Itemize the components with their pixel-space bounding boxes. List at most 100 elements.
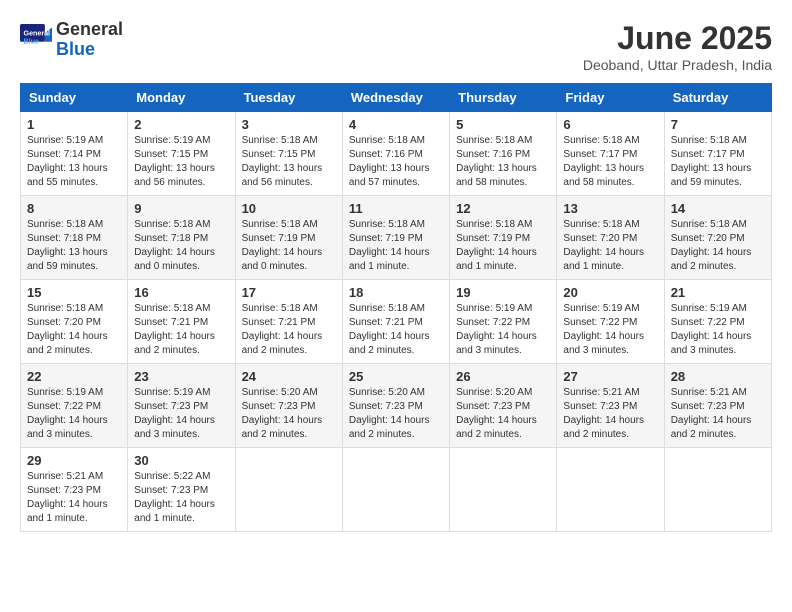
cell-info: Sunrise: 5:20 AM Sunset: 7:23 PM Dayligh… bbox=[242, 386, 336, 442]
table-row: 25 Sunrise: 5:20 AM Sunset: 7:23 PM Dayl… bbox=[342, 364, 449, 448]
day-number: 25 bbox=[349, 369, 443, 384]
cell-info: Sunrise: 5:18 AM Sunset: 7:20 PM Dayligh… bbox=[671, 218, 765, 274]
cell-info: Sunrise: 5:18 AM Sunset: 7:19 PM Dayligh… bbox=[456, 218, 550, 274]
calendar-table: Sunday Monday Tuesday Wednesday Thursday… bbox=[20, 83, 772, 532]
day-number: 15 bbox=[27, 285, 121, 300]
day-number: 3 bbox=[242, 117, 336, 132]
cell-info: Sunrise: 5:21 AM Sunset: 7:23 PM Dayligh… bbox=[27, 470, 121, 526]
table-row bbox=[235, 448, 342, 532]
day-number: 17 bbox=[242, 285, 336, 300]
cell-info: Sunrise: 5:22 AM Sunset: 7:23 PM Dayligh… bbox=[134, 470, 228, 526]
table-row: 16 Sunrise: 5:18 AM Sunset: 7:21 PM Dayl… bbox=[128, 280, 235, 364]
cell-info: Sunrise: 5:18 AM Sunset: 7:20 PM Dayligh… bbox=[563, 218, 657, 274]
cell-info: Sunrise: 5:19 AM Sunset: 7:14 PM Dayligh… bbox=[27, 134, 121, 190]
col-tuesday: Tuesday bbox=[235, 84, 342, 112]
cell-info: Sunrise: 5:19 AM Sunset: 7:22 PM Dayligh… bbox=[563, 302, 657, 358]
col-wednesday: Wednesday bbox=[342, 84, 449, 112]
cell-info: Sunrise: 5:18 AM Sunset: 7:20 PM Dayligh… bbox=[27, 302, 121, 358]
day-number: 9 bbox=[134, 201, 228, 216]
day-number: 22 bbox=[27, 369, 121, 384]
day-number: 5 bbox=[456, 117, 550, 132]
table-row: 15 Sunrise: 5:18 AM Sunset: 7:20 PM Dayl… bbox=[21, 280, 128, 364]
day-number: 8 bbox=[27, 201, 121, 216]
day-number: 16 bbox=[134, 285, 228, 300]
day-number: 1 bbox=[27, 117, 121, 132]
table-row: 11 Sunrise: 5:18 AM Sunset: 7:19 PM Dayl… bbox=[342, 196, 449, 280]
col-saturday: Saturday bbox=[664, 84, 771, 112]
table-row: 5 Sunrise: 5:18 AM Sunset: 7:16 PM Dayli… bbox=[450, 112, 557, 196]
logo-icon: General Blue bbox=[20, 24, 52, 56]
day-number: 26 bbox=[456, 369, 550, 384]
calendar-row: 15 Sunrise: 5:18 AM Sunset: 7:20 PM Dayl… bbox=[21, 280, 772, 364]
day-number: 7 bbox=[671, 117, 765, 132]
table-row: 1 Sunrise: 5:19 AM Sunset: 7:14 PM Dayli… bbox=[21, 112, 128, 196]
day-number: 23 bbox=[134, 369, 228, 384]
cell-info: Sunrise: 5:19 AM Sunset: 7:22 PM Dayligh… bbox=[456, 302, 550, 358]
day-number: 18 bbox=[349, 285, 443, 300]
location-subtitle: Deoband, Uttar Pradesh, India bbox=[583, 57, 772, 73]
day-number: 24 bbox=[242, 369, 336, 384]
table-row: 7 Sunrise: 5:18 AM Sunset: 7:17 PM Dayli… bbox=[664, 112, 771, 196]
table-row: 18 Sunrise: 5:18 AM Sunset: 7:21 PM Dayl… bbox=[342, 280, 449, 364]
cell-info: Sunrise: 5:19 AM Sunset: 7:23 PM Dayligh… bbox=[134, 386, 228, 442]
table-row: 2 Sunrise: 5:19 AM Sunset: 7:15 PM Dayli… bbox=[128, 112, 235, 196]
table-row: 27 Sunrise: 5:21 AM Sunset: 7:23 PM Dayl… bbox=[557, 364, 664, 448]
cell-info: Sunrise: 5:18 AM Sunset: 7:15 PM Dayligh… bbox=[242, 134, 336, 190]
table-row: 17 Sunrise: 5:18 AM Sunset: 7:21 PM Dayl… bbox=[235, 280, 342, 364]
table-row: 24 Sunrise: 5:20 AM Sunset: 7:23 PM Dayl… bbox=[235, 364, 342, 448]
table-row: 4 Sunrise: 5:18 AM Sunset: 7:16 PM Dayli… bbox=[342, 112, 449, 196]
cell-info: Sunrise: 5:18 AM Sunset: 7:18 PM Dayligh… bbox=[27, 218, 121, 274]
table-row: 21 Sunrise: 5:19 AM Sunset: 7:22 PM Dayl… bbox=[664, 280, 771, 364]
day-number: 20 bbox=[563, 285, 657, 300]
day-number: 10 bbox=[242, 201, 336, 216]
logo-general-text: General bbox=[56, 20, 123, 40]
day-number: 28 bbox=[671, 369, 765, 384]
cell-info: Sunrise: 5:18 AM Sunset: 7:16 PM Dayligh… bbox=[349, 134, 443, 190]
table-row: 20 Sunrise: 5:19 AM Sunset: 7:22 PM Dayl… bbox=[557, 280, 664, 364]
table-row: 29 Sunrise: 5:21 AM Sunset: 7:23 PM Dayl… bbox=[21, 448, 128, 532]
cell-info: Sunrise: 5:20 AM Sunset: 7:23 PM Dayligh… bbox=[456, 386, 550, 442]
table-row: 12 Sunrise: 5:18 AM Sunset: 7:19 PM Dayl… bbox=[450, 196, 557, 280]
cell-info: Sunrise: 5:18 AM Sunset: 7:18 PM Dayligh… bbox=[134, 218, 228, 274]
cell-info: Sunrise: 5:19 AM Sunset: 7:22 PM Dayligh… bbox=[27, 386, 121, 442]
table-row: 13 Sunrise: 5:18 AM Sunset: 7:20 PM Dayl… bbox=[557, 196, 664, 280]
col-sunday: Sunday bbox=[21, 84, 128, 112]
day-number: 6 bbox=[563, 117, 657, 132]
cell-info: Sunrise: 5:18 AM Sunset: 7:21 PM Dayligh… bbox=[134, 302, 228, 358]
cell-info: Sunrise: 5:20 AM Sunset: 7:23 PM Dayligh… bbox=[349, 386, 443, 442]
table-row: 26 Sunrise: 5:20 AM Sunset: 7:23 PM Dayl… bbox=[450, 364, 557, 448]
cell-info: Sunrise: 5:18 AM Sunset: 7:16 PM Dayligh… bbox=[456, 134, 550, 190]
calendar-row: 8 Sunrise: 5:18 AM Sunset: 7:18 PM Dayli… bbox=[21, 196, 772, 280]
day-number: 13 bbox=[563, 201, 657, 216]
table-row: 8 Sunrise: 5:18 AM Sunset: 7:18 PM Dayli… bbox=[21, 196, 128, 280]
table-row: 30 Sunrise: 5:22 AM Sunset: 7:23 PM Dayl… bbox=[128, 448, 235, 532]
table-row: 3 Sunrise: 5:18 AM Sunset: 7:15 PM Dayli… bbox=[235, 112, 342, 196]
cell-info: Sunrise: 5:19 AM Sunset: 7:15 PM Dayligh… bbox=[134, 134, 228, 190]
cell-info: Sunrise: 5:18 AM Sunset: 7:21 PM Dayligh… bbox=[349, 302, 443, 358]
calendar-row: 1 Sunrise: 5:19 AM Sunset: 7:14 PM Dayli… bbox=[21, 112, 772, 196]
calendar-row: 29 Sunrise: 5:21 AM Sunset: 7:23 PM Dayl… bbox=[21, 448, 772, 532]
table-row: 14 Sunrise: 5:18 AM Sunset: 7:20 PM Dayl… bbox=[664, 196, 771, 280]
day-number: 12 bbox=[456, 201, 550, 216]
logo-blue-text: Blue bbox=[56, 40, 123, 60]
day-number: 30 bbox=[134, 453, 228, 468]
svg-text:General: General bbox=[24, 29, 51, 37]
day-number: 21 bbox=[671, 285, 765, 300]
table-row: 9 Sunrise: 5:18 AM Sunset: 7:18 PM Dayli… bbox=[128, 196, 235, 280]
col-thursday: Thursday bbox=[450, 84, 557, 112]
table-row bbox=[342, 448, 449, 532]
table-row: 22 Sunrise: 5:19 AM Sunset: 7:22 PM Dayl… bbox=[21, 364, 128, 448]
header: General Blue General Blue June 2025 Deob… bbox=[20, 20, 772, 73]
table-row: 6 Sunrise: 5:18 AM Sunset: 7:17 PM Dayli… bbox=[557, 112, 664, 196]
logo: General Blue General Blue bbox=[20, 20, 123, 60]
cell-info: Sunrise: 5:18 AM Sunset: 7:21 PM Dayligh… bbox=[242, 302, 336, 358]
svg-text:Blue: Blue bbox=[24, 37, 39, 45]
col-friday: Friday bbox=[557, 84, 664, 112]
cell-info: Sunrise: 5:19 AM Sunset: 7:22 PM Dayligh… bbox=[671, 302, 765, 358]
table-row bbox=[450, 448, 557, 532]
day-number: 14 bbox=[671, 201, 765, 216]
cell-info: Sunrise: 5:21 AM Sunset: 7:23 PM Dayligh… bbox=[563, 386, 657, 442]
cell-info: Sunrise: 5:18 AM Sunset: 7:19 PM Dayligh… bbox=[349, 218, 443, 274]
cell-info: Sunrise: 5:18 AM Sunset: 7:17 PM Dayligh… bbox=[671, 134, 765, 190]
table-row bbox=[557, 448, 664, 532]
